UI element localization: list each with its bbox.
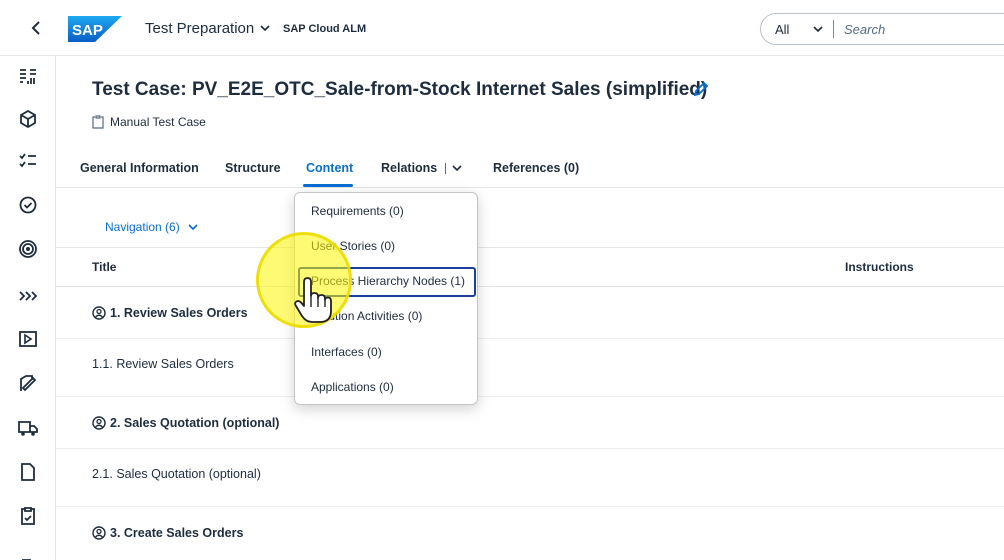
- row-title: 3. Create Sales Orders: [92, 526, 243, 540]
- table-row[interactable]: 2. Sales Quotation (optional): [56, 397, 1004, 449]
- row-label: 3. Create Sales Orders: [110, 526, 244, 540]
- tab-references[interactable]: References (0): [493, 161, 579, 175]
- tab-content[interactable]: Content: [306, 161, 353, 175]
- pencil-icon[interactable]: [692, 80, 710, 98]
- shell-bar: SAP Test Preparation SAP Cloud ALM All S…: [0, 0, 1004, 56]
- menu-item-requirements[interactable]: Requirements (0): [311, 204, 404, 218]
- menu-item-interfaces[interactable]: Interfaces (0): [311, 345, 382, 359]
- back-button[interactable]: [26, 17, 48, 39]
- row-title: 2. Sales Quotation (optional): [92, 416, 279, 430]
- chevron-left-icon: [31, 21, 40, 35]
- search-field[interactable]: All Search: [760, 13, 1004, 45]
- tab-general-information[interactable]: General Information: [80, 161, 199, 175]
- person-icon: [92, 416, 106, 430]
- chevron-down-icon: [188, 223, 198, 230]
- chevron-down-icon: [260, 25, 270, 32]
- document-icon[interactable]: [16, 460, 40, 484]
- tab-relations[interactable]: Relations: [381, 161, 462, 175]
- hand-pointer-icon: [294, 277, 332, 323]
- clipboard-icon[interactable]: [16, 504, 40, 528]
- search-input[interactable]: Search: [844, 22, 885, 37]
- column-header-title: Title: [92, 260, 117, 274]
- requirements-icon[interactable]: [16, 65, 40, 89]
- subtype-label: Manual Test Case: [110, 115, 206, 129]
- search-divider: [833, 20, 834, 38]
- object-subtype: Manual Test Case: [92, 115, 206, 129]
- cube-icon[interactable]: [16, 107, 40, 131]
- target-icon[interactable]: [16, 237, 40, 261]
- tab-separator: [445, 163, 447, 175]
- app-title: Test Preparation: [145, 20, 255, 37]
- table-row[interactable]: 1. Review Sales Orders: [56, 287, 1004, 339]
- table-row[interactable]: 2.1. Sales Quotation (optional): [56, 449, 1004, 507]
- side-navigation: [0, 56, 56, 560]
- row-title: 2.1. Sales Quotation (optional): [92, 467, 261, 481]
- sap-logo[interactable]: SAP: [68, 16, 122, 42]
- chevron-down-icon[interactable]: [452, 165, 462, 172]
- product-name: SAP Cloud ALM: [283, 23, 367, 35]
- person-icon: [92, 306, 106, 320]
- fast-forward-icon[interactable]: [16, 284, 40, 308]
- search-scope-select[interactable]: All: [761, 22, 813, 37]
- navigation-dropdown[interactable]: Navigation (6): [105, 220, 198, 234]
- chevron-down-icon[interactable]: [813, 25, 823, 33]
- target-check-icon[interactable]: [16, 193, 40, 217]
- page-title: Test Case: PV_E2E_OTC_Sale-from-Stock In…: [92, 79, 708, 100]
- tab-bar: General Information Structure Content Re…: [56, 150, 1004, 188]
- active-tab-indicator: [303, 184, 353, 187]
- row-title: 1. Review Sales Orders: [92, 306, 248, 320]
- table-row[interactable]: 1.1. Review Sales Orders: [56, 339, 1004, 397]
- checklist-icon[interactable]: [16, 149, 40, 173]
- table-row[interactable]: 3. Create Sales Orders: [56, 507, 1004, 560]
- table-header: Title Instructions: [56, 247, 1004, 287]
- menu-item-applications[interactable]: Applications (0): [311, 380, 394, 394]
- column-header-instructions: Instructions: [845, 260, 914, 274]
- person-icon: [92, 526, 106, 540]
- partial-icon[interactable]: [16, 548, 40, 560]
- edit-document-icon[interactable]: [16, 372, 40, 396]
- tab-relations-label: Relations: [381, 161, 438, 175]
- truck-icon[interactable]: [16, 416, 40, 440]
- navigation-label: Navigation (6): [105, 220, 180, 234]
- run-icon[interactable]: [16, 327, 40, 351]
- tab-structure[interactable]: Structure: [225, 161, 281, 175]
- row-label: 2. Sales Quotation (optional): [110, 416, 280, 430]
- svg-text:SAP: SAP: [72, 22, 103, 39]
- clipboard-icon: [92, 115, 104, 129]
- row-title: 1.1. Review Sales Orders: [92, 357, 234, 371]
- app-title-menu[interactable]: Test Preparation: [145, 20, 270, 37]
- row-label: 1. Review Sales Orders: [110, 306, 248, 320]
